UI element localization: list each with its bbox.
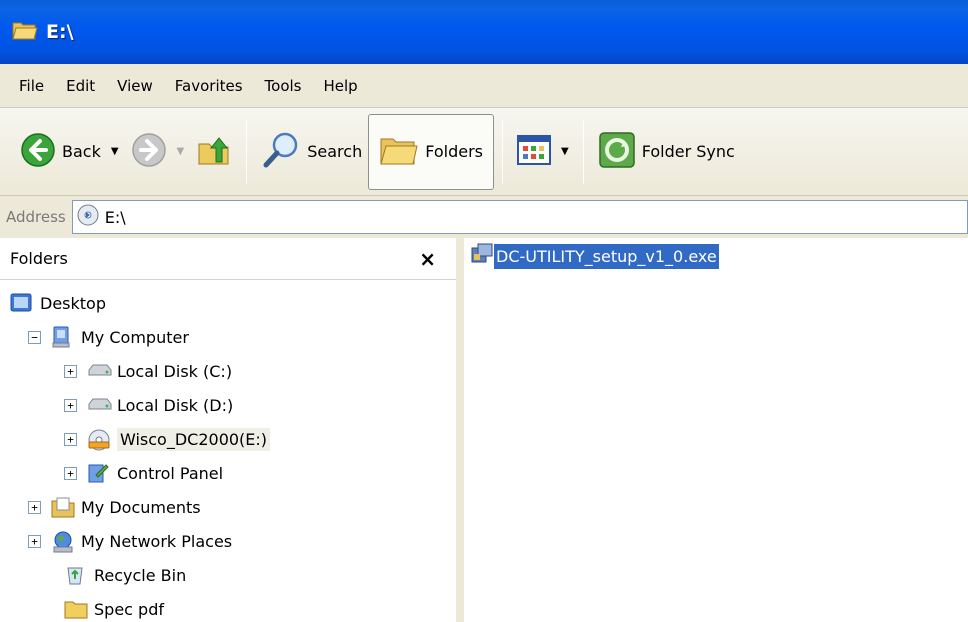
expand-toggle[interactable]: + xyxy=(64,398,77,412)
folder-icon xyxy=(64,598,88,620)
tree-item-label: Wisco_DC2000(E:) xyxy=(117,427,271,451)
tree-item-label: Local Disk (D:) xyxy=(117,395,234,415)
recycle-bin-icon xyxy=(64,564,86,586)
up-button[interactable] xyxy=(190,122,238,182)
tree-item-label: My Documents xyxy=(81,497,201,517)
tree-item-local-disk-c[interactable]: + Local Disk (C:) xyxy=(64,354,232,388)
menu-tools[interactable]: Tools xyxy=(254,73,313,99)
toolbar-separator xyxy=(246,119,248,184)
expand-toggle[interactable]: + xyxy=(64,364,77,378)
tree-item-my-network-places[interactable]: + My Network Places xyxy=(28,524,232,558)
back-label: Back xyxy=(62,142,101,161)
folder-up-icon xyxy=(196,132,232,172)
back-button[interactable]: Back ▼ xyxy=(14,122,125,182)
computer-icon xyxy=(51,326,73,348)
toolbar-separator xyxy=(502,119,503,184)
cd-drive-icon xyxy=(87,428,110,451)
file-item[interactable]: DC-UTILITY_setup_v1_0.exe xyxy=(470,242,719,270)
search-icon xyxy=(261,130,301,174)
folders-pane-title: Folders xyxy=(10,249,68,268)
folders-icon xyxy=(379,133,419,171)
network-globe-icon xyxy=(51,530,73,553)
folders-pane-header: Folders × xyxy=(0,238,456,280)
menu-file[interactable]: File xyxy=(8,73,55,99)
menu-favorites[interactable]: Favorites xyxy=(164,73,254,99)
tree-item-control-panel[interactable]: + Control Panel xyxy=(64,456,223,490)
file-name: DC-UTILITY_setup_v1_0.exe xyxy=(494,243,719,269)
cd-drive-icon xyxy=(77,204,99,230)
menu-help[interactable]: Help xyxy=(313,73,369,99)
tree-item-my-computer[interactable]: − My Computer xyxy=(28,320,189,354)
collapse-toggle[interactable]: − xyxy=(28,330,41,344)
address-value: E:\ xyxy=(104,207,126,227)
back-dropdown-icon[interactable]: ▼ xyxy=(111,146,119,157)
expand-toggle[interactable]: + xyxy=(64,466,77,480)
toolbar-separator xyxy=(582,119,584,184)
file-list-pane[interactable]: DC-UTILITY_setup_v1_0.exe xyxy=(464,238,968,622)
tree-item-recycle-bin[interactable]: Recycle Bin xyxy=(64,558,186,592)
forward-button[interactable]: ▼ xyxy=(125,122,191,182)
tree-item-spec-pdf[interactable]: Spec pdf xyxy=(64,592,164,622)
desktop-icon xyxy=(10,292,32,314)
views-button[interactable]: ▼ xyxy=(511,122,575,182)
tree-item-label: Desktop xyxy=(40,293,106,313)
documents-folder-icon xyxy=(51,496,75,518)
tree-item-wisco-drive[interactable]: + Wisco_DC2000(E:) xyxy=(64,422,271,456)
menu-edit[interactable]: Edit xyxy=(55,73,106,99)
search-button[interactable]: Search xyxy=(255,122,368,182)
tree-item-label: My Network Places xyxy=(81,531,233,551)
views-dropdown-icon[interactable]: ▼ xyxy=(561,146,569,157)
folders-pane: Folders × Desktop − My Computer + Local … xyxy=(0,238,460,622)
window-title: E:\ xyxy=(46,21,74,43)
forward-dropdown-icon[interactable]: ▼ xyxy=(177,146,185,157)
tree-item-local-disk-d[interactable]: + Local Disk (D:) xyxy=(64,388,233,422)
expand-toggle[interactable]: + xyxy=(28,534,41,548)
hard-drive-icon xyxy=(87,394,112,416)
hard-drive-icon xyxy=(87,360,112,382)
close-icon[interactable]: × xyxy=(419,247,436,271)
folders-button[interactable]: Folders xyxy=(368,113,494,190)
toolbar: Back ▼ ▼ Search Folders ▼ Folder Sync xyxy=(0,108,968,196)
back-arrow-icon xyxy=(20,132,56,172)
tree-item-my-documents[interactable]: + My Documents xyxy=(28,490,201,524)
expand-toggle[interactable]: + xyxy=(64,432,77,446)
tree-item-label: My Computer xyxy=(81,327,189,347)
installer-icon xyxy=(470,242,494,270)
tree-item-label: Local Disk (C:) xyxy=(117,361,233,381)
tree-item-label: Recycle Bin xyxy=(94,565,187,585)
forward-arrow-icon xyxy=(131,132,167,172)
folder-sync-button[interactable]: Folder Sync xyxy=(592,122,741,182)
tree-item-label: Control Panel xyxy=(117,463,224,483)
menu-view[interactable]: View xyxy=(106,73,164,99)
folder-sync-label: Folder Sync xyxy=(641,142,735,161)
views-icon xyxy=(517,134,551,169)
title-bar[interactable]: E:\ xyxy=(0,0,968,64)
expand-toggle[interactable]: + xyxy=(28,500,41,514)
control-panel-icon xyxy=(87,462,109,484)
address-label: Address xyxy=(6,208,66,226)
address-bar: Address E:\ xyxy=(0,196,968,238)
menu-bar: File Edit View Favorites Tools Help xyxy=(0,64,968,108)
search-label: Search xyxy=(307,142,363,161)
tree-item-label: Spec pdf xyxy=(94,599,164,619)
tree-item-desktop[interactable]: Desktop xyxy=(10,286,106,320)
folder-sync-icon xyxy=(598,131,636,173)
address-input[interactable]: E:\ xyxy=(71,200,968,234)
folder-open-icon xyxy=(12,19,38,45)
folders-label: Folders xyxy=(425,142,483,161)
